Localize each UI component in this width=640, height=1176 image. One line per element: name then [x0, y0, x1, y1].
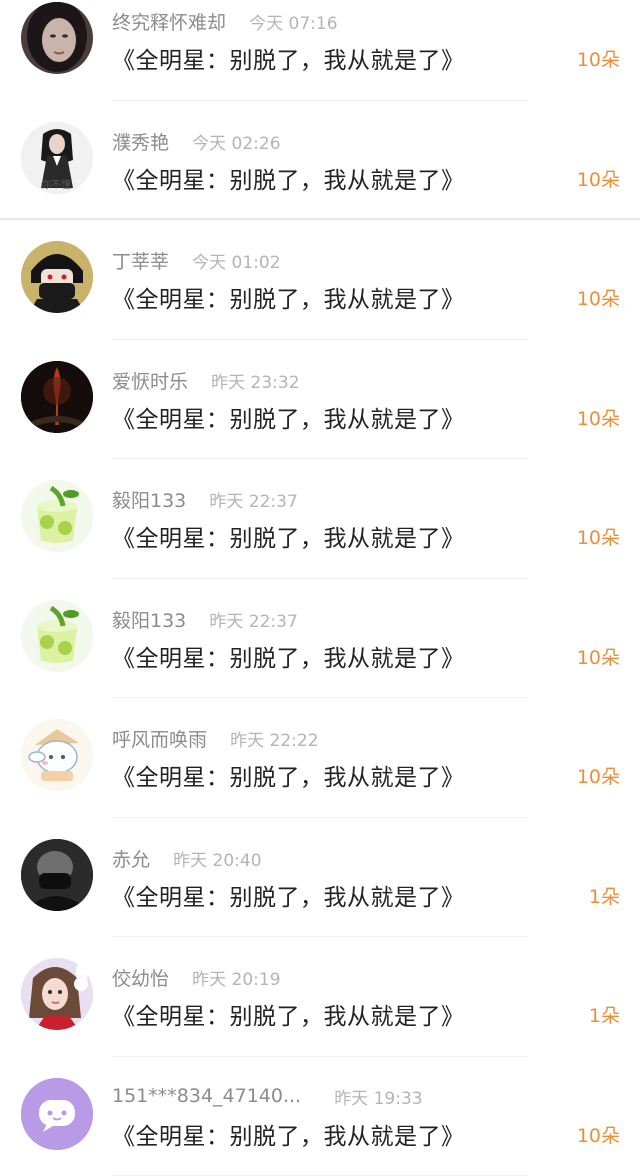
user-name[interactable]: 毅阳133 — [112, 486, 186, 513]
entry-meta: 151***834_47140... 昨天 19:33 — [112, 1084, 423, 1112]
timestamp: 昨天 20:40 — [173, 846, 261, 871]
user-name[interactable]: 濮秀艳 — [112, 128, 169, 155]
entry-meta: 毅阳133 昨天 22:37 — [112, 486, 298, 514]
timestamp: 昨天 22:22 — [230, 726, 318, 751]
entry-meta: 佼幼怡 昨天 20:19 — [112, 964, 281, 992]
gift-book-title: 《全明星：别脱了，我从就是了》 — [112, 519, 465, 553]
timestamp: 昨天 19:33 — [334, 1084, 422, 1109]
cinnamoroll-cartoon-avatar[interactable] — [21, 719, 93, 791]
flower-count: 10朵 — [577, 643, 620, 670]
entry-meta: 爱恹时乐 昨天 23:32 — [112, 367, 300, 395]
girl-with-bunny-avatar[interactable] — [21, 958, 93, 1030]
gift-book-title: 《全明星：别脱了，我从就是了》 — [112, 161, 465, 195]
user-name[interactable]: 赤允 — [112, 845, 150, 872]
purple-chat-bubble-avatar[interactable] — [21, 1078, 93, 1150]
user-name[interactable]: 毅阳133 — [112, 606, 186, 633]
dark-haired-woman-avatar[interactable] — [21, 2, 93, 74]
list-item[interactable]: 佼幼怡 昨天 20:19 《全明星：别脱了，我从就是了》 1朵 — [0, 937, 640, 1057]
user-name[interactable]: 佼幼怡 — [112, 964, 169, 991]
mojito-drink-avatar[interactable] — [21, 600, 93, 672]
flower-count: 1朵 — [589, 1001, 620, 1028]
flower-count: 10朵 — [577, 284, 620, 311]
list-item[interactable]: 毅阳133 昨天 22:37 《全明星：别脱了，我从就是了》 10朵 — [0, 579, 640, 699]
list-item[interactable]: 呼风而唤雨 昨天 22:22 《全明星：别脱了，我从就是了》 10朵 — [0, 698, 640, 818]
flower-count: 1朵 — [589, 882, 620, 909]
user-name[interactable]: 呼风而唤雨 — [112, 725, 207, 752]
timestamp: 昨天 22:37 — [209, 487, 297, 512]
girl-in-dress-avatar[interactable]: 你不懂 — [21, 122, 93, 194]
list-item[interactable]: 毅阳133 昨天 22:37 《全明星：别脱了，我从就是了》 10朵 — [0, 459, 640, 579]
user-name[interactable]: 爱恹时乐 — [112, 367, 188, 394]
list-item[interactable]: 151***834_47140... 昨天 19:33 《全明星：别脱了，我从就… — [0, 1057, 640, 1176]
gift-book-title: 《全明星：别脱了，我从就是了》 — [112, 1117, 465, 1151]
list-item[interactable]: 丁莘莘 今天 01:02 《全明星：别脱了，我从就是了》 10朵 — [0, 220, 640, 340]
user-name[interactable]: 终究释怀难却 — [112, 8, 226, 35]
timestamp: 今天 02:26 — [192, 129, 280, 154]
gift-book-title: 《全明星：别脱了，我从就是了》 — [112, 639, 465, 673]
entry-meta: 终究释怀难却 今天 07:16 — [112, 8, 338, 36]
list-item[interactable]: 你不懂 濮秀艳 今天 02:26 《全明星：别脱了，我从就是了》 10朵 — [0, 101, 640, 221]
timestamp: 今天 01:02 — [192, 248, 280, 273]
anime-boy-masked-avatar[interactable] — [21, 241, 93, 313]
timestamp: 今天 07:16 — [249, 9, 337, 34]
gift-book-title: 《全明星：别脱了，我从就是了》 — [112, 997, 465, 1031]
entry-meta: 丁莘莘 今天 01:02 — [112, 247, 281, 275]
dark-fire-art-avatar[interactable] — [21, 361, 93, 433]
list-item[interactable]: 爱恹时乐 昨天 23:32 《全明星：别脱了，我从就是了》 10朵 — [0, 340, 640, 460]
svg-text:你不懂: 你不懂 — [41, 178, 71, 191]
gift-book-title: 《全明星：别脱了，我从就是了》 — [112, 758, 465, 792]
person-in-black-mask-avatar[interactable] — [21, 839, 93, 911]
entry-meta: 濮秀艳 今天 02:26 — [112, 128, 281, 156]
flower-count: 10朵 — [577, 165, 620, 192]
flower-count: 10朵 — [577, 762, 620, 789]
user-name[interactable]: 151***834_47140... — [112, 1085, 301, 1107]
flower-count: 10朵 — [577, 1121, 620, 1148]
gift-book-title: 《全明星：别脱了，我从就是了》 — [112, 41, 465, 75]
flower-count: 10朵 — [577, 404, 620, 431]
gift-book-title: 《全明星：别脱了，我从就是了》 — [112, 280, 465, 314]
flower-count: 10朵 — [577, 523, 620, 550]
timestamp: 昨天 23:32 — [211, 368, 299, 393]
timestamp: 昨天 22:37 — [209, 607, 297, 632]
entry-meta: 毅阳133 昨天 22:37 — [112, 606, 298, 634]
user-name[interactable]: 丁莘莘 — [112, 247, 169, 274]
flower-count: 10朵 — [577, 45, 620, 72]
mojito-drink-avatar[interactable] — [21, 480, 93, 552]
entry-meta: 赤允 昨天 20:40 — [112, 845, 262, 873]
list-item[interactable]: 赤允 昨天 20:40 《全明星：别脱了，我从就是了》 1朵 — [0, 818, 640, 938]
gift-book-title: 《全明星：别脱了，我从就是了》 — [112, 878, 465, 912]
timestamp: 昨天 20:19 — [192, 965, 280, 990]
gift-book-title: 《全明星：别脱了，我从就是了》 — [112, 400, 465, 434]
reward-list: 终究释怀难却 今天 07:16 《全明星：别脱了，我从就是了》 10朵 你不懂 … — [0, 0, 640, 1144]
list-item[interactable]: 终究释怀难却 今天 07:16 《全明星：别脱了，我从就是了》 10朵 — [0, 0, 640, 101]
entry-meta: 呼风而唤雨 昨天 22:22 — [112, 725, 319, 753]
